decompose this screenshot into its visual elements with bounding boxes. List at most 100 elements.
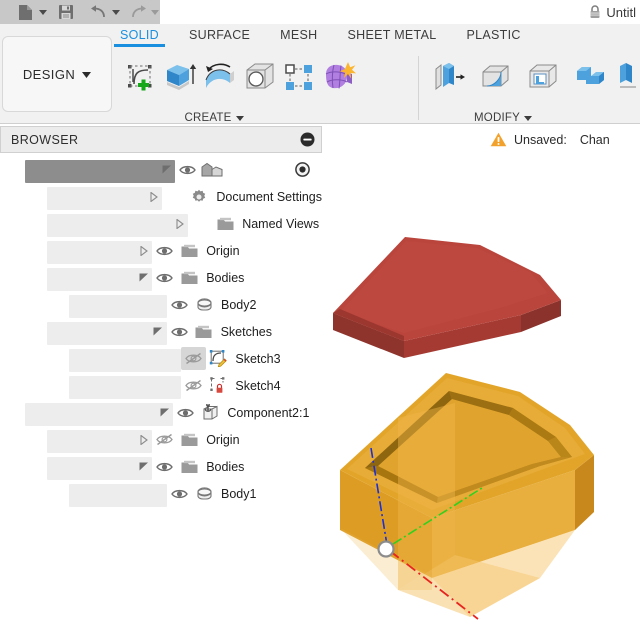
redo-icon[interactable] (128, 2, 147, 22)
folder-icon (177, 271, 201, 285)
visibility-eye-icon[interactable] (152, 272, 177, 284)
tab-surface[interactable]: SURFACE (189, 26, 250, 46)
pattern-icon[interactable] (282, 54, 316, 100)
folder-icon (213, 217, 237, 231)
ribbon-tab-bar: SOLID SURFACE MESH SHEET METAL PLASTIC (120, 26, 551, 48)
redo-dropdown-icon[interactable] (149, 2, 160, 22)
fillet-icon[interactable] (475, 54, 517, 100)
tree-row-bodies[interactable]: Bodies (0, 453, 322, 480)
align-icon[interactable] (616, 54, 640, 100)
quick-access-toolbar (0, 0, 160, 24)
hole-icon[interactable] (243, 54, 277, 100)
tree-row-named-views[interactable]: Named Views (0, 210, 322, 237)
visibility-eye-off-icon[interactable] (152, 433, 177, 446)
visibility-eye-icon[interactable] (152, 461, 177, 473)
tree-row-document-settings[interactable]: Document Settings (0, 183, 322, 210)
document-title-area: Untitl (589, 0, 640, 24)
visibility-eye-icon[interactable] (167, 299, 192, 311)
press-pull-icon[interactable] (428, 54, 470, 100)
collapse-arrow-icon[interactable] (135, 273, 152, 282)
circle-minus-icon[interactable] (300, 132, 315, 147)
workspace-selector-button[interactable]: DESIGN (2, 36, 112, 112)
save-icon[interactable] (56, 2, 75, 22)
fusion360-window: Untitl SOLID SURFACE MESH SHEET METAL PL… (0, 0, 640, 643)
collapse-arrow-icon[interactable] (135, 462, 152, 471)
collapse-arrow-icon[interactable] (158, 165, 175, 174)
visibility-eye-icon[interactable] (167, 326, 192, 338)
gear-icon (187, 189, 211, 205)
sketch-locked-icon (206, 377, 230, 394)
tab-solid[interactable]: SOLID (120, 26, 159, 46)
3d-viewport[interactable] (322, 126, 640, 643)
tree-node-label: Bodies (201, 271, 244, 285)
new-file-icon[interactable] (16, 2, 35, 22)
visibility-eye-off-icon[interactable] (181, 347, 206, 370)
new-file-dropdown-icon[interactable] (37, 2, 48, 22)
tree-node-label: Sketches (216, 325, 272, 339)
tree-node-label: Named Views (237, 217, 319, 231)
browser-title: BROWSER (11, 133, 300, 147)
tree-row-highlight (69, 349, 181, 372)
undo-icon[interactable] (90, 2, 109, 22)
create-panel-dropdown[interactable]: CREATE (124, 112, 304, 124)
expand-arrow-icon[interactable] (135, 246, 152, 256)
tab-plastic[interactable]: PLASTIC (466, 26, 520, 46)
tree-row-unsaved[interactable]: (Unsaved) (0, 156, 322, 183)
browser-header: BROWSER (0, 126, 322, 153)
tree-row-body1[interactable]: Body1 (0, 480, 322, 507)
visibility-eye-off-icon[interactable] (181, 379, 206, 392)
tree-node-label: Origin (201, 433, 239, 447)
create-form-icon[interactable] (321, 54, 357, 100)
folder-icon (177, 244, 201, 258)
tree-row-sketch3[interactable]: Sketch3 (0, 345, 322, 372)
lock-icon (589, 5, 601, 19)
tree-node-label: Body1 (216, 487, 256, 501)
red-lid-body (333, 237, 561, 358)
visibility-eye-icon[interactable] (173, 407, 198, 419)
expand-arrow-icon[interactable] (135, 435, 152, 445)
tree-row-highlight (25, 160, 175, 183)
modify-panel-dropdown[interactable]: MODIFY (428, 112, 578, 124)
create-sketch-icon[interactable] (124, 54, 158, 100)
unsaved-label: Unsaved: (514, 133, 567, 147)
ribbon: SOLID SURFACE MESH SHEET METAL PLASTIC D… (0, 24, 640, 124)
expand-arrow-icon[interactable] (145, 192, 162, 202)
activate-component-radio[interactable] (295, 162, 310, 177)
unsaved-status-bar: Unsaved: Chan (490, 126, 614, 153)
panel-modify: MODIFY (428, 54, 640, 122)
tree-row-bodies[interactable]: Bodies (0, 264, 322, 291)
tree-node-label: (Unsaved) (224, 163, 287, 177)
yellow-tray-body (340, 373, 594, 617)
tree-row-highlight (69, 376, 181, 399)
tree-node-label: Body2 (216, 298, 256, 312)
undo-dropdown-icon[interactable] (111, 2, 122, 22)
sweep-icon[interactable] (202, 54, 238, 100)
folder-icon (177, 460, 201, 474)
folder-icon (177, 433, 201, 447)
collapse-arrow-icon[interactable] (150, 327, 167, 336)
visibility-eye-icon[interactable] (152, 245, 177, 257)
tab-sheet-metal[interactable]: SHEET METAL (347, 26, 436, 46)
visibility-eye-icon[interactable] (175, 164, 200, 176)
panel-divider (418, 56, 419, 120)
tree-row-component2-1[interactable]: Component2:1 (0, 399, 322, 426)
visibility-eye-icon[interactable] (167, 488, 192, 500)
combine-icon[interactable] (569, 54, 611, 100)
tab-mesh[interactable]: MESH (280, 26, 317, 46)
tree-node-label: Document Settings (211, 190, 322, 204)
warning-triangle-icon (490, 132, 507, 147)
body-icon (192, 297, 216, 313)
tree-row-origin[interactable]: Origin (0, 237, 322, 264)
create-panel-label: CREATE (185, 112, 232, 124)
shell-icon[interactable] (522, 54, 564, 100)
tree-row-body2[interactable]: Body2 (0, 291, 322, 318)
tree-row-origin[interactable]: Origin (0, 426, 322, 453)
collapse-arrow-icon[interactable] (156, 408, 173, 417)
tree-row-sketch4[interactable]: Sketch4 (0, 372, 322, 399)
tree-row-sketches[interactable]: Sketches (0, 318, 322, 345)
expand-arrow-icon[interactable] (171, 219, 188, 229)
tree-node-label: Sketch4 (230, 379, 280, 393)
component-root-icon (200, 162, 224, 178)
component-icon (198, 404, 222, 421)
extrude-icon[interactable] (163, 54, 197, 100)
